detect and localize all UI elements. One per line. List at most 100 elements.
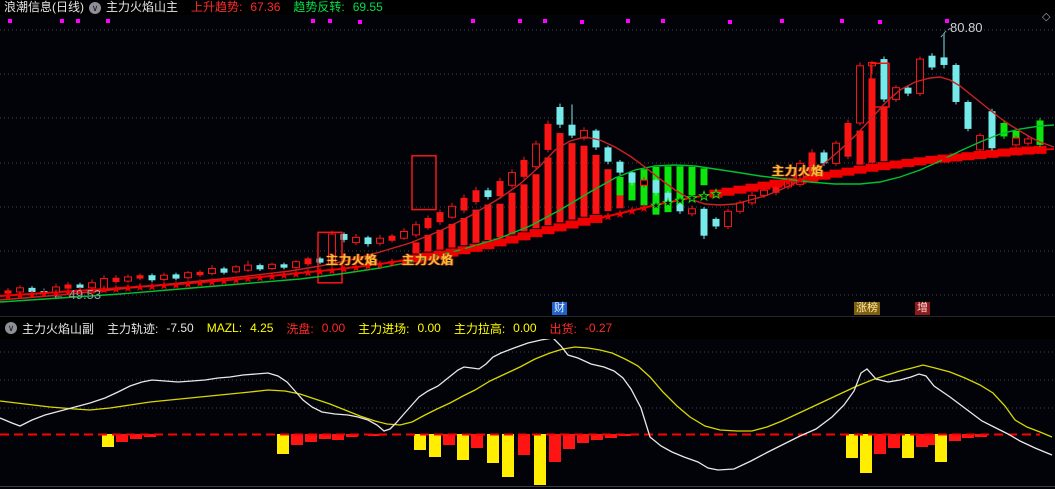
svg-text:★: ★ bbox=[975, 149, 986, 163]
svg-text:★: ★ bbox=[1035, 143, 1046, 157]
svg-text:★: ★ bbox=[1023, 144, 1034, 158]
flame-annotation: 主力火焰 bbox=[772, 164, 825, 178]
svg-text:★: ★ bbox=[867, 161, 878, 175]
svg-text:★: ★ bbox=[471, 241, 482, 255]
svg-text:★: ★ bbox=[27, 287, 38, 301]
track-value: -7.50 bbox=[166, 321, 194, 335]
corner-diamond-icon: ◇ bbox=[1042, 11, 1051, 23]
uptrend-label: 上升趋势: bbox=[191, 0, 243, 14]
svg-text:★: ★ bbox=[195, 276, 206, 290]
svg-text:★: ★ bbox=[699, 189, 710, 203]
svg-text:★: ★ bbox=[543, 224, 554, 238]
svg-text:★: ★ bbox=[963, 150, 974, 164]
main-chart-header: 浪潮信息(日线) ∨ 主力火焰山主 上升趋势: 67.36 趋势反转: 69.5… bbox=[0, 0, 1055, 15]
svg-text:★: ★ bbox=[147, 279, 158, 293]
svg-text:★: ★ bbox=[567, 218, 578, 232]
chevron-down-circle-icon[interactable]: ∨ bbox=[89, 1, 101, 14]
svg-text:★: ★ bbox=[627, 204, 638, 218]
svg-text:★: ★ bbox=[243, 272, 254, 286]
svg-text:★: ★ bbox=[159, 279, 170, 293]
flame-annotation: 主力火焰 bbox=[402, 253, 455, 267]
svg-text:★: ★ bbox=[171, 278, 182, 292]
svg-text:★: ★ bbox=[879, 160, 890, 174]
svg-text:★: ★ bbox=[303, 266, 314, 280]
pullup-value: 0.00 bbox=[513, 321, 537, 335]
main-indicator-name[interactable]: 主力火焰山主 bbox=[106, 0, 178, 15]
svg-text:★: ★ bbox=[123, 281, 134, 295]
svg-text:★: ★ bbox=[135, 280, 146, 294]
svg-text:★: ★ bbox=[603, 210, 614, 224]
svg-text:★: ★ bbox=[39, 287, 50, 301]
mazl-label: MAZL: bbox=[206, 321, 243, 335]
gainers-badge[interactable]: 涨榜 bbox=[854, 302, 880, 315]
low-price-label: ← 49.53 bbox=[52, 287, 102, 302]
bottom-border bbox=[0, 486, 1055, 487]
svg-text:★: ★ bbox=[663, 196, 674, 210]
svg-text:★: ★ bbox=[207, 275, 218, 289]
finance-badge[interactable]: 财 bbox=[552, 302, 567, 315]
svg-text:★: ★ bbox=[831, 167, 842, 181]
high-price-label: 80.80 bbox=[950, 20, 983, 35]
svg-text:★: ★ bbox=[315, 265, 326, 279]
svg-text:★: ★ bbox=[15, 288, 26, 302]
svg-text:★: ★ bbox=[771, 177, 782, 191]
uptrend-value: 67.36 bbox=[250, 0, 281, 14]
svg-text:★: ★ bbox=[507, 233, 518, 247]
reversal-label: 趋势反转: bbox=[293, 0, 345, 14]
pullup-label: 主力拉高: bbox=[453, 321, 506, 336]
svg-text:★: ★ bbox=[939, 152, 950, 166]
entry-label: 主力进场: bbox=[358, 321, 410, 336]
svg-text:★: ★ bbox=[759, 179, 770, 193]
svg-text:★: ★ bbox=[255, 271, 266, 285]
svg-text:★: ★ bbox=[843, 165, 854, 179]
svg-text:★: ★ bbox=[735, 183, 746, 197]
svg-text:★: ★ bbox=[1011, 145, 1022, 159]
sellout-value: -0.27 bbox=[584, 321, 613, 335]
svg-text:★: ★ bbox=[483, 239, 494, 253]
washout-label: 洗盘: bbox=[286, 321, 314, 336]
svg-text:★: ★ bbox=[687, 191, 698, 205]
svg-text:★: ★ bbox=[675, 194, 686, 208]
svg-text:★: ★ bbox=[903, 156, 914, 170]
svg-text:★: ★ bbox=[459, 244, 470, 258]
sub-indicator-name[interactable]: 主力火焰山副 bbox=[22, 320, 94, 337]
svg-text:★: ★ bbox=[639, 201, 650, 215]
svg-text:★: ★ bbox=[291, 267, 302, 281]
chevron-down-circle-icon[interactable]: ∨ bbox=[5, 322, 17, 334]
svg-text:★: ★ bbox=[927, 153, 938, 167]
svg-text:★: ★ bbox=[987, 147, 998, 161]
svg-text:★: ★ bbox=[615, 207, 626, 221]
svg-text:★: ★ bbox=[267, 269, 278, 283]
svg-text:★: ★ bbox=[531, 227, 542, 241]
track-label: 主力轨迹: bbox=[107, 321, 159, 336]
entry-value: 0.00 bbox=[417, 321, 441, 335]
svg-text:★: ★ bbox=[651, 198, 662, 212]
svg-text:★: ★ bbox=[231, 273, 242, 287]
svg-text:★: ★ bbox=[111, 282, 122, 296]
svg-text:★: ★ bbox=[999, 146, 1010, 160]
svg-text:★: ★ bbox=[387, 256, 398, 270]
sellout-label: 出货: bbox=[549, 321, 577, 336]
svg-text:★: ★ bbox=[555, 221, 566, 235]
svg-text:★: ★ bbox=[723, 185, 734, 199]
svg-text:★: ★ bbox=[747, 181, 758, 195]
reversal-value: 69.55 bbox=[352, 0, 383, 14]
svg-text:★: ★ bbox=[579, 215, 590, 229]
svg-text:★: ★ bbox=[951, 151, 962, 165]
svg-text:★: ★ bbox=[519, 230, 530, 244]
mazl-value: 4.25 bbox=[250, 321, 274, 335]
increase-badge[interactable]: 增 bbox=[915, 302, 930, 315]
svg-text:★: ★ bbox=[183, 277, 194, 291]
stock-chart-app: ★ ★ ★ ★ ★ ★ ★ ★ ★ ★ ★ ★ ★ ★ ★ ★ ★ ★ ★ ★ ★ ★ ★ ★ ★ ★ ★ ★ ★ ★ ★ ★ ★ ★ ★ ★ ★ ★ ★ ★… bbox=[0, 0, 1055, 489]
svg-text:★: ★ bbox=[915, 155, 926, 169]
stock-title[interactable]: 浪潮信息(日线) bbox=[4, 0, 84, 15]
svg-text:★: ★ bbox=[495, 236, 506, 250]
svg-text:★: ★ bbox=[591, 212, 602, 226]
chart-canvas[interactable]: ★ ★ ★ ★ ★ ★ ★ ★ ★ ★ ★ ★ ★ ★ ★ ★ ★ ★ ★ ★ ★ ★ ★ ★ ★ ★ ★ ★ ★ ★ ★ ★ ★ ★ ★ ★ ★ ★ ★ ★… bbox=[0, 0, 1055, 489]
svg-text:★: ★ bbox=[3, 289, 14, 303]
svg-text:★: ★ bbox=[219, 274, 230, 288]
svg-text:★: ★ bbox=[855, 163, 866, 177]
sub-chart-header: ∨ 主力火焰山副 主力轨迹: -7.50 MAZL: 4.25 洗盘: 0.00… bbox=[0, 316, 1055, 339]
svg-text:★: ★ bbox=[711, 187, 722, 201]
flame-annotation: 主力火焰 bbox=[326, 253, 379, 267]
